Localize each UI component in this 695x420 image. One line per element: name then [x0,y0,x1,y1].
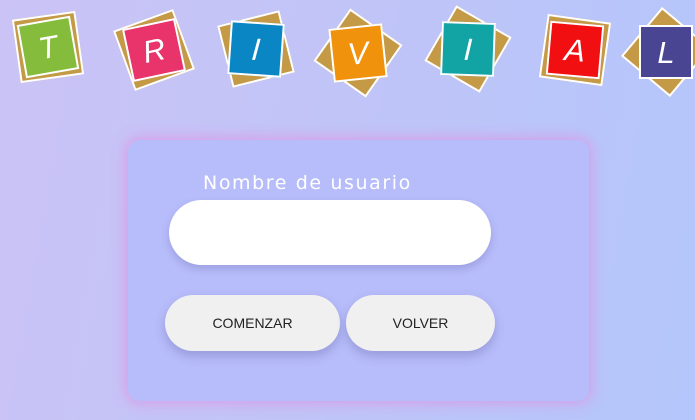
title-tile-i2: I [420,1,516,97]
tile-letter: I [440,21,496,77]
tile-letter: L [639,25,693,79]
back-button[interactable]: VOLVER [346,295,495,351]
tile-letter: T [16,15,80,79]
username-input[interactable] [169,200,491,265]
tile-letter: R [121,17,187,83]
tile-letter: I [227,20,285,78]
username-label: Nombre de usuario [203,172,412,194]
title-tile-r: R [106,2,202,98]
title-tile-l: L [618,4,695,100]
start-button[interactable]: COMENZAR [165,295,340,351]
login-card: Nombre de usuario COMENZAR VOLVER [128,140,589,401]
tile-letter: V [328,23,388,83]
title-tile-t: T [0,0,96,95]
title-tile-a: A [527,2,623,98]
title-tile-v: V [310,5,406,101]
tile-letter: A [545,20,605,80]
title-tile-i: I [208,1,304,97]
